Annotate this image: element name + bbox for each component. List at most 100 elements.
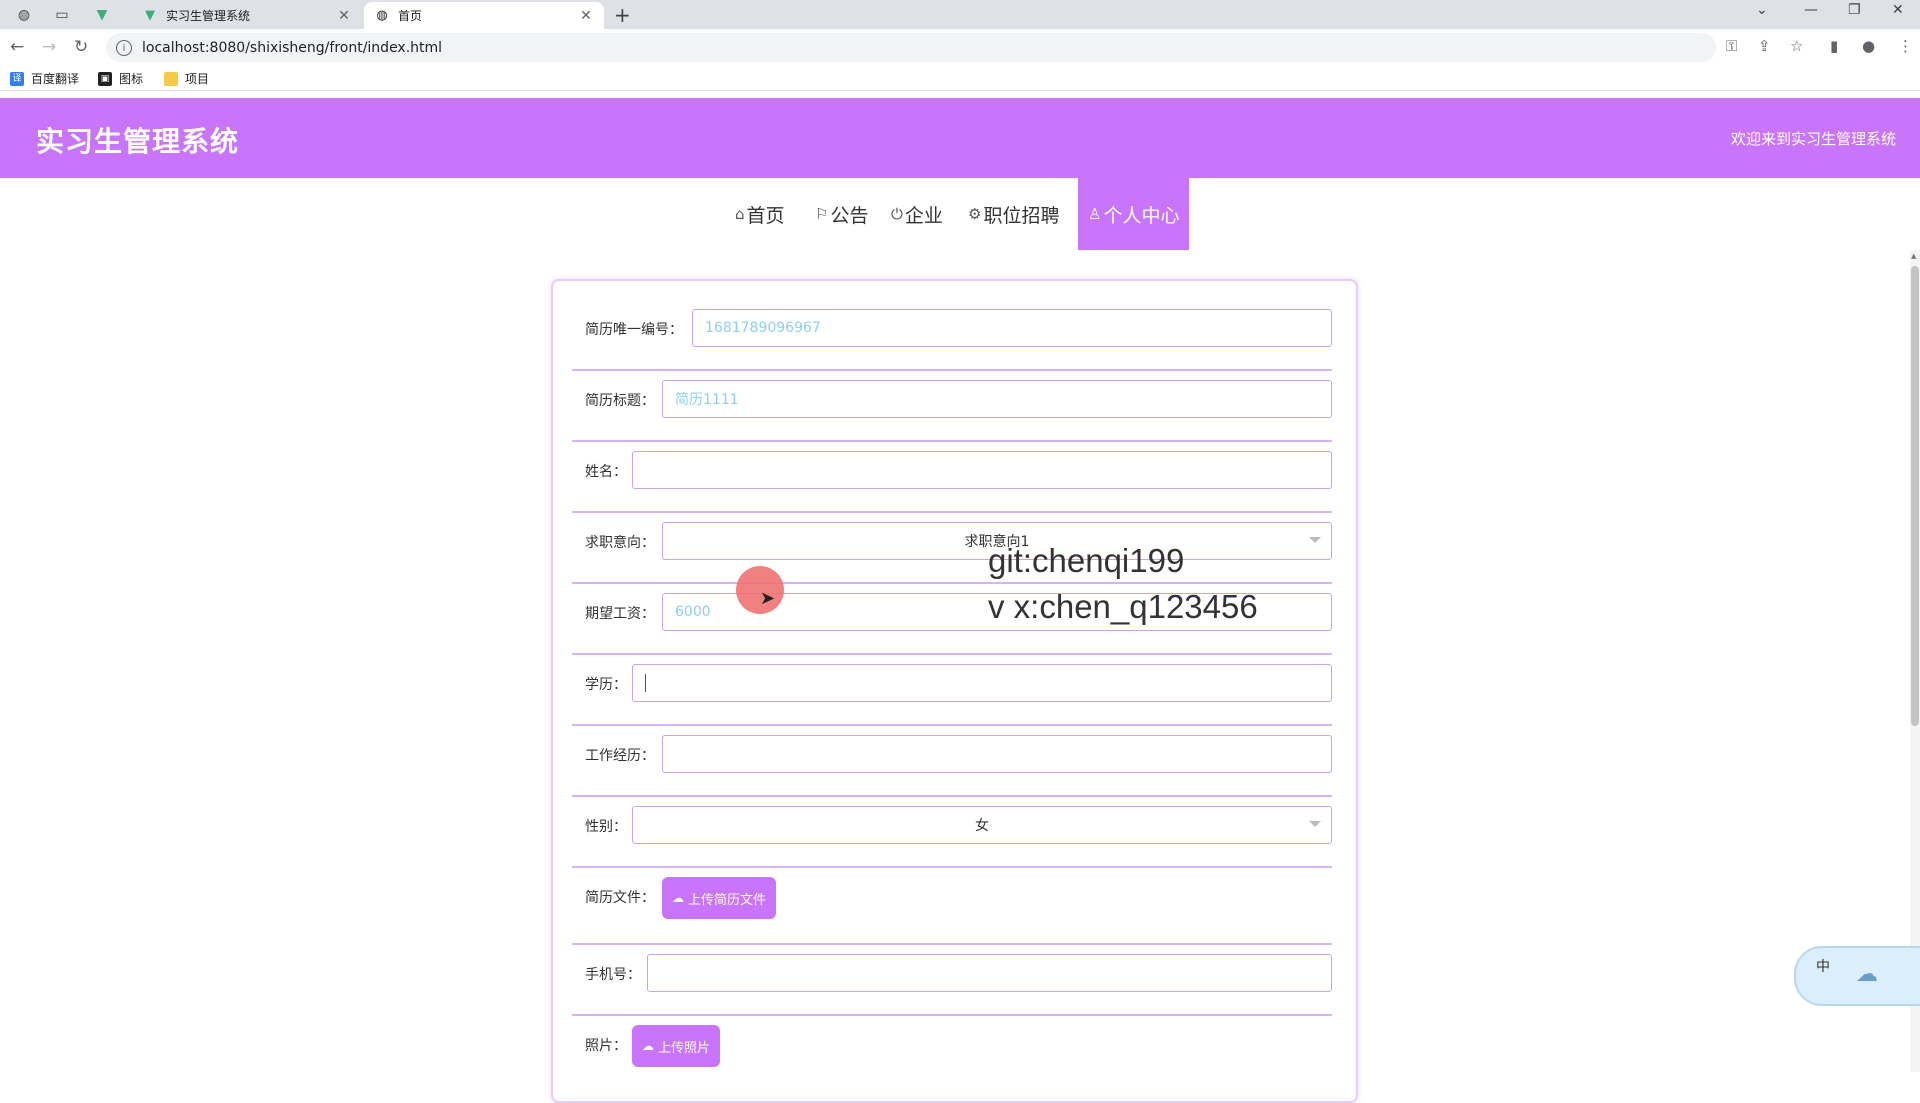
field-label: 简历标题： [585, 393, 655, 409]
form-row-photo: 照片： ☁ 上传照片 [572, 1025, 1332, 1095]
chevron-down-icon [1309, 821, 1321, 827]
bookmark-label: 百度翻译 [31, 72, 80, 86]
mouse-pointer-icon: ➤ [760, 588, 776, 609]
nav-label: 企业 [904, 204, 943, 227]
text-caret [645, 674, 646, 692]
window-close-icon[interactable]: ✕ [1892, 2, 1904, 18]
upload-photo-button[interactable]: ☁ 上传照片 [632, 1025, 721, 1067]
new-tab-button[interactable]: + [614, 3, 631, 27]
nav-item-profile[interactable]: ♙ 个人中心 [1078, 178, 1190, 250]
main-nav: ⌂ 首页 ⚐ 公告 ⏻ 企业 ⚙ 职位招聘 ♙ 个人中心 [0, 178, 1920, 250]
blank-tab-icon[interactable]: ▭ [48, 4, 76, 26]
form-row-gender: 性别： 女 [572, 806, 1332, 868]
nav-label: 公告 [830, 204, 869, 227]
field-label: 求职意向： [585, 535, 655, 551]
tab-search-icon[interactable]: ⌄ [1756, 2, 1768, 18]
form-row-intention: 求职意向： 求职意向1 [572, 522, 1332, 584]
form-row-resume-title: 简历标题： 简历1111 [572, 380, 1332, 442]
translate-icon: 译 [10, 71, 24, 86]
star-icon[interactable]: ☆ [1790, 37, 1803, 55]
education-input[interactable] [632, 664, 1332, 702]
info-icon[interactable]: i [116, 39, 132, 56]
field-label: 手机号： [585, 967, 641, 983]
field-label: 照片： [585, 1038, 627, 1054]
resume-id-input[interactable]: 1681789096967 [692, 309, 1332, 347]
globe-icon: ◍ [376, 8, 388, 23]
field-label: 简历文件： [585, 890, 655, 906]
browser-tab-strip: ◍ ▭ ▼ ▼ 实习生管理系统 ✕ ◍ 首页 ✕ + ⌄ — ❐ ✕ [0, 0, 1920, 29]
select-value: 女 [975, 818, 989, 834]
form-row-education: 学历： [572, 664, 1332, 726]
gender-select[interactable]: 女 [632, 806, 1332, 844]
bookmark-item[interactable]: 译 百度翻译 [10, 70, 79, 87]
tab-title: 实习生管理系统 [166, 9, 251, 23]
close-icon[interactable]: ✕ [336, 8, 352, 24]
field-label: 简历唯一编号： [585, 322, 683, 338]
field-label: 姓名： [585, 464, 627, 480]
site-header: 实习生管理系统 欢迎来到实习生管理系统 [0, 98, 1920, 178]
scroll-up-icon[interactable]: ▲ [1911, 252, 1916, 260]
experience-input[interactable] [662, 735, 1332, 773]
field-value: 1681789096967 [705, 320, 821, 336]
home-icon: ⌂ [735, 205, 745, 223]
user-icon: ♙ [1088, 205, 1102, 223]
power-icon: ⏻ [891, 205, 903, 223]
button-label: 上传简历文件 [688, 892, 767, 908]
side-panel-icon[interactable]: ▮ [1830, 37, 1838, 55]
url-field[interactable]: i localhost:8080/shixisheng/front/index.… [106, 33, 1716, 62]
tab-title: 首页 [398, 9, 423, 23]
nav-label: 职位招聘 [983, 204, 1060, 227]
close-icon[interactable]: ✕ [578, 8, 594, 24]
field-label: 性别： [585, 819, 627, 835]
form-row-experience: 工作经历： [572, 735, 1332, 797]
upload-resume-button[interactable]: ☁ 上传简历文件 [662, 877, 777, 919]
name-input[interactable] [632, 451, 1332, 489]
nav-item-notice[interactable]: ⚐ 公告 [815, 178, 868, 250]
field-label: 工作经历： [585, 748, 655, 764]
browser-tab[interactable]: ▼ 实习生管理系统 ✕ [132, 2, 362, 29]
watermark-text: git:chenqi199 [988, 542, 1185, 579]
bookmark-label: 项目 [185, 72, 210, 86]
minimize-icon[interactable]: — [1804, 2, 1818, 18]
bookmarks-bar: 译 百度翻译 ▣ 图标 项目 [0, 66, 1920, 91]
button-label: 上传照片 [658, 1040, 711, 1056]
ime-widget[interactable]: 中 ☁ [1794, 946, 1920, 1006]
resume-title-input[interactable]: 简历1111 [662, 380, 1332, 418]
flag-icon: ⚐ [815, 205, 829, 223]
field-label: 期望工资： [585, 606, 655, 622]
bookmark-label: 图标 [119, 72, 144, 86]
bookmark-item[interactable]: 项目 [164, 70, 209, 87]
bookmark-item[interactable]: ▣ 图标 [98, 70, 143, 87]
back-icon[interactable]: ← [10, 37, 24, 57]
resume-form-card: 简历唯一编号： 1681789096967 简历标题： 简历1111 姓名： 求… [551, 279, 1358, 1103]
nav-label: 个人中心 [1103, 204, 1180, 227]
gear-icon: ⚙ [968, 205, 982, 223]
cloud-upload-icon: ☁ [642, 1039, 654, 1053]
nav-item-jobs[interactable]: ⚙ 职位招聘 [968, 178, 1059, 250]
cloud-upload-icon: ☁ [672, 891, 684, 905]
field-label: 学历： [585, 677, 627, 693]
vue-logo-icon[interactable]: ▼ [88, 4, 116, 26]
forward-icon[interactable]: → [42, 37, 56, 57]
reload-icon[interactable]: ↻ [74, 37, 88, 57]
form-row-resume-id: 简历唯一编号： 1681789096967 [572, 309, 1332, 371]
url-text: localhost:8080/shixisheng/front/index.ht… [142, 39, 443, 56]
form-row-resume-file: 简历文件： ☁ 上传简历文件 [572, 877, 1332, 945]
vue-logo-icon: ▼ [145, 8, 155, 23]
key-icon[interactable]: ⚿ [1726, 37, 1737, 55]
nav-item-home[interactable]: ⌂ 首页 [735, 178, 785, 250]
folder-icon [164, 71, 178, 86]
nav-item-company[interactable]: ⏻ 企业 [891, 178, 943, 250]
globe-icon[interactable]: ◍ [10, 4, 38, 26]
browser-tab-active[interactable]: ◍ 首页 ✕ [364, 2, 604, 29]
menu-icon[interactable]: ⋮ [1898, 37, 1913, 55]
phone-input[interactable] [647, 954, 1332, 992]
image-icon: ▣ [98, 71, 112, 86]
address-bar-row: ← → ↻ i localhost:8080/shixisheng/front/… [0, 29, 1920, 66]
scrollbar-thumb[interactable] [1911, 266, 1919, 726]
nav-label: 首页 [746, 204, 785, 227]
ime-mascot-icon: ☁ [1856, 962, 1878, 987]
share-icon[interactable]: ⇪ [1758, 37, 1771, 55]
restore-icon[interactable]: ❐ [1848, 2, 1861, 18]
profile-icon[interactable]: ● [1862, 37, 1875, 55]
